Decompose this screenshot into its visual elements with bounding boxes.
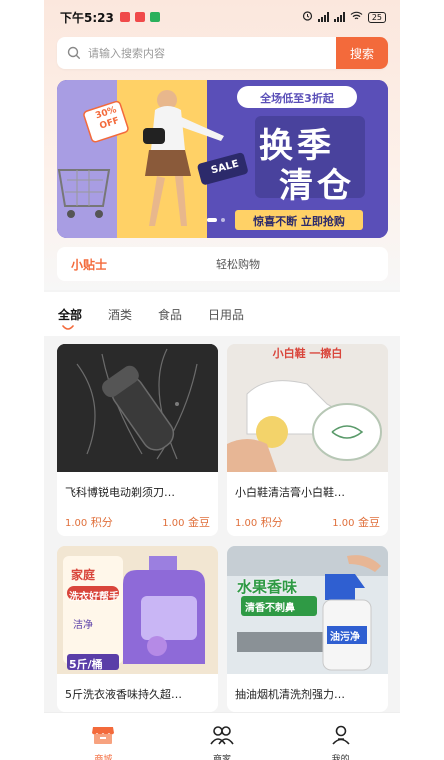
beans-unit: 金豆	[358, 516, 380, 529]
search-button[interactable]: 搜索	[336, 37, 388, 69]
tabbar-item-profile[interactable]: 我的	[301, 713, 381, 760]
alarm-icon	[302, 10, 313, 24]
active-tab-indicator	[62, 324, 74, 330]
notification-app-icon	[149, 12, 160, 22]
product-image-hood-cleaner: 水果香味 清香不刺鼻 油污净	[227, 546, 388, 674]
product-card[interactable]: 水果香味 清香不刺鼻 油污净 抽油烟机清洗剂强力…	[227, 546, 388, 712]
notification-app-icon	[119, 12, 130, 22]
banner-badge: 全场低至3折起	[260, 92, 334, 105]
product-image-shaver	[57, 344, 218, 472]
search-bar: 搜索	[57, 37, 388, 69]
wifi-icon	[350, 11, 363, 24]
product-beans: 1.00 金豆	[162, 514, 210, 530]
tab-label: 酒类	[108, 307, 133, 322]
tips-title: 小贴士	[71, 257, 108, 272]
product-card[interactable]: 小白鞋 一擦白 小白鞋清洁膏小白鞋… 1.00 积分 1.00 金豆	[227, 344, 388, 536]
signal-icon	[317, 12, 329, 22]
tab-label: 日用品	[208, 307, 245, 322]
tab-liquor[interactable]: 酒类	[108, 306, 132, 323]
beans-unit: 金豆	[188, 516, 210, 529]
category-tabs: 全部 酒类 食品 日用品	[44, 292, 400, 336]
product-name: 飞科博锐电动剃须刀…	[65, 486, 175, 499]
shop-icon	[91, 725, 115, 749]
tab-daily-goods[interactable]: 日用品	[208, 306, 244, 323]
product-prices: 1.00 积分 1.00 金豆	[57, 514, 218, 530]
tips-bar: 小贴士 轻松购物	[57, 247, 388, 281]
points-value: 1.00	[65, 518, 88, 529]
tabbar-item-shop[interactable]: 商城	[63, 713, 143, 760]
tab-food[interactable]: 食品	[158, 306, 182, 323]
product-image-shoe-cleaner: 小白鞋 一擦白	[227, 344, 388, 472]
notification-app-icon	[134, 12, 145, 22]
profile-icon	[330, 725, 352, 749]
merchants-icon	[209, 725, 235, 749]
search-input[interactable]	[88, 46, 336, 60]
banner-headline-line2: 清仓	[279, 166, 355, 206]
tabbar-item-merchants[interactable]: 商家	[182, 713, 262, 760]
product-image-caption: 水果香味	[237, 578, 298, 596]
product-points: 1.00 积分	[235, 514, 283, 530]
signal-icon	[333, 12, 345, 22]
product-image-caption: 5斤/桶	[69, 658, 103, 671]
product-name: 小白鞋清洁膏小白鞋…	[235, 486, 345, 499]
battery-icon: 25	[367, 11, 386, 23]
tab-all[interactable]: 全部	[58, 306, 83, 330]
product-points: 1.00 积分	[65, 514, 113, 530]
points-unit: 积分	[260, 516, 283, 529]
product-image-caption: 小白鞋 一擦白	[272, 347, 343, 360]
product-name: 5斤洗衣液香味持久超…	[65, 688, 182, 701]
product-name: 抽油烟机清洗剂强力…	[235, 688, 345, 701]
app-screen: 下午5:23 25 搜索	[44, 0, 400, 760]
tabbar-label: 我的	[331, 755, 350, 760]
status-bar: 下午5:23 25	[44, 0, 400, 34]
product-image-caption: 清香不刺鼻	[245, 603, 295, 614]
beans-value: 1.00	[332, 518, 355, 529]
banner-tagline: 惊喜不断 立即抢购	[253, 215, 345, 228]
tab-label: 食品	[158, 307, 183, 322]
promo-banner[interactable]: 30% OFF SALE 全场低至3折起 换季 清仓 惊喜不断 立即抢购	[57, 80, 388, 238]
product-image-caption: 洗衣好帮手	[69, 592, 119, 603]
product-image-caption: 油污净	[330, 632, 360, 643]
tab-label: 全部	[58, 307, 83, 322]
product-image-caption: 洁净	[73, 620, 93, 631]
tips-text: 轻松购物	[216, 258, 260, 271]
product-prices: 1.00 积分 1.00 金豆	[227, 514, 388, 530]
tabbar-label: 商家	[212, 755, 231, 760]
search-icon	[66, 45, 82, 61]
points-value: 1.00	[235, 518, 258, 529]
status-time: 下午5:23	[60, 10, 114, 25]
product-card[interactable]: 飞科博锐电动剃须刀… 1.00 积分 1.00 金豆	[57, 344, 218, 536]
product-image-caption: 家庭	[71, 568, 96, 582]
tabbar-label: 商城	[94, 755, 113, 760]
product-card[interactable]: 家庭 洗衣好帮手 洁净 5斤/桶 5斤洗衣液香味持久超…	[57, 546, 218, 712]
bottom-tab-bar: 商城 商家 我的	[44, 712, 400, 760]
beans-value: 1.00	[162, 518, 185, 529]
points-unit: 积分	[90, 516, 113, 529]
product-image-laundry: 家庭 洗衣好帮手 洁净 5斤/桶	[57, 546, 218, 674]
product-beans: 1.00 金豆	[332, 514, 380, 530]
